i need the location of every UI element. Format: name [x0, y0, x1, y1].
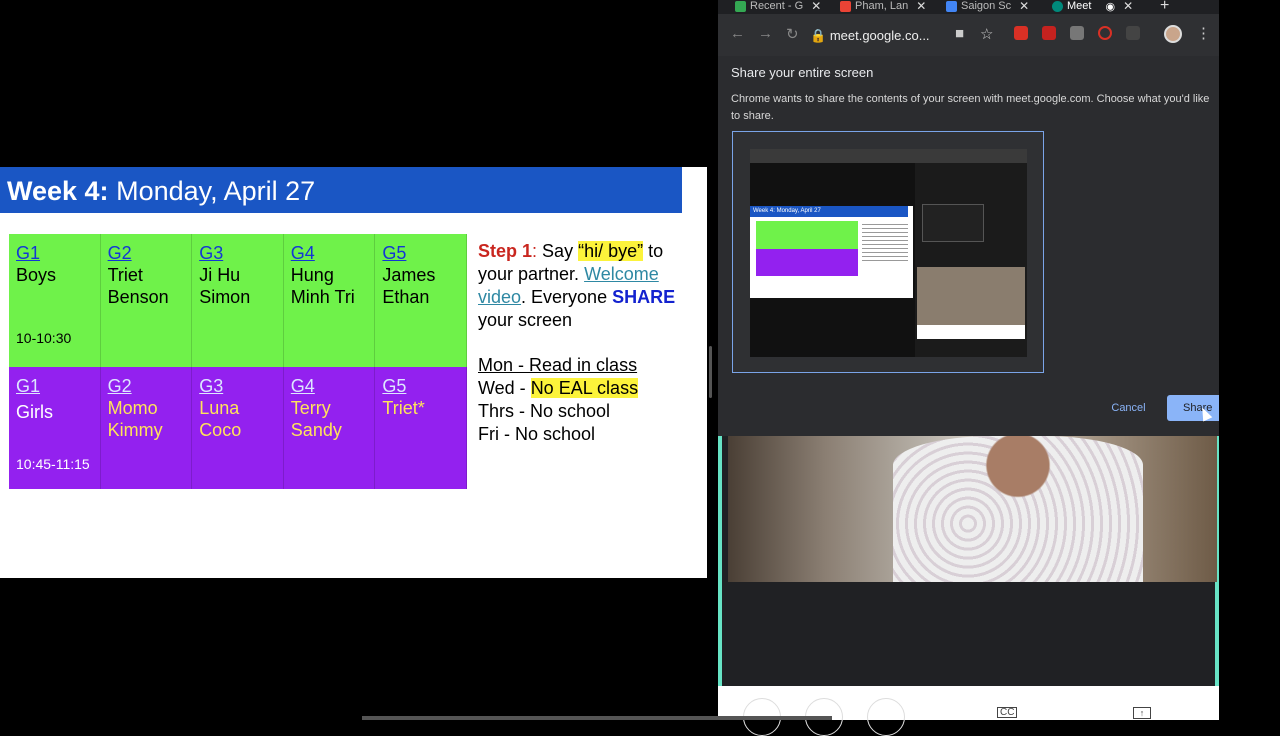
- gmail-icon: [840, 0, 851, 12]
- student-name: Benson: [107, 287, 169, 307]
- extension-icon[interactable]: [1070, 26, 1084, 40]
- student-name: Triet: [107, 265, 143, 285]
- group-link[interactable]: G4: [291, 375, 368, 397]
- student-name: Girls: [16, 402, 53, 422]
- calendar-icon: [946, 0, 957, 12]
- group-link[interactable]: G2: [108, 242, 185, 264]
- student-name: Ethan: [382, 287, 430, 307]
- group-link[interactable]: G2: [108, 375, 185, 397]
- meet-controls: CC ↑: [718, 686, 1219, 736]
- student-name: Coco: [199, 420, 242, 440]
- schedule: Mon - Read in class Wed - No EAL class T…: [478, 355, 639, 444]
- meet-video-area: [718, 436, 1219, 686]
- student-name: Hung: [290, 265, 334, 285]
- new-tab-button[interactable]: +: [1160, 0, 1169, 15]
- group-cell: G1 Girls 10:45-11:15: [9, 367, 101, 489]
- recording-icon: ◉: [1105, 0, 1116, 13]
- extension-icon[interactable]: [1014, 26, 1028, 40]
- camera-button[interactable]: [867, 698, 905, 736]
- active-speaker-frame: [718, 436, 1219, 686]
- dialog-description: Chrome wants to share the contents of yo…: [731, 93, 1210, 122]
- session-time: 10:45-11:15: [16, 456, 90, 472]
- group-link[interactable]: G1: [16, 375, 93, 397]
- group-cell: G3 Luna Coco: [192, 367, 284, 489]
- student-name: Kimmy: [107, 420, 163, 440]
- back-icon[interactable]: ←: [730, 25, 745, 42]
- student-name: Minh Tri: [290, 287, 355, 307]
- tab-recent[interactable]: Recent - G ✕: [735, 0, 825, 13]
- present-icon[interactable]: ↑: [1133, 707, 1151, 719]
- address-bar: ← → ↻ 🔒 meet.google.co... ■ ☆ ⋮: [718, 14, 1219, 56]
- student-name: Triet*: [382, 398, 425, 418]
- close-icon[interactable]: ✕: [1123, 0, 1133, 13]
- student-name: Ji Hu: [199, 265, 241, 285]
- screen-thumbnail[interactable]: Week 4: Monday, April 27: [732, 131, 1044, 373]
- group-table: G1 Boys 10-10:30 G2 Triet Benson G3 Ji Hu Simon G…: [9, 234, 467, 489]
- group-cell: G4 Hung Minh Tri: [283, 234, 376, 367]
- student-name: Terry: [290, 398, 331, 418]
- student-name: Momo: [107, 398, 158, 418]
- extension-icon[interactable]: [1098, 26, 1112, 40]
- share-screen-dialog: Share your entire screen Chrome wants to…: [718, 56, 1219, 436]
- camera-video: [728, 436, 1217, 582]
- group-link[interactable]: G1: [16, 242, 93, 264]
- student-name: Boys: [16, 265, 57, 285]
- extension-icon[interactable]: [1126, 26, 1140, 40]
- student-name: Luna: [199, 398, 240, 418]
- screen-preview: Week 4: Monday, April 27: [750, 149, 1027, 357]
- captions-icon[interactable]: CC: [997, 707, 1018, 718]
- avatar[interactable]: [1164, 25, 1182, 43]
- star-icon[interactable]: ☆: [980, 25, 993, 43]
- forward-icon[interactable]: →: [758, 25, 773, 42]
- close-icon[interactable]: ✕: [811, 0, 821, 13]
- tab-bar: Recent - G ✕ Pham, Lan ✕ Saigon Sc ✕ Meet ◉ ✕…: [718, 0, 1219, 14]
- extension-icon[interactable]: [1042, 26, 1056, 40]
- step-instructions: Step 1: Say “hi/ bye” to your partner. W…: [478, 241, 676, 330]
- group-link[interactable]: G5: [382, 242, 459, 264]
- group-link[interactable]: G5: [382, 375, 459, 397]
- group-cell: G4 Terry Sandy: [283, 367, 376, 489]
- group-cell: G5 James Ethan: [375, 234, 467, 367]
- group-cell: G2 Triet Benson: [100, 234, 193, 367]
- dialog-title: Share your entire screen: [731, 65, 874, 80]
- group-cell: G2 Momo Kimmy: [100, 367, 193, 489]
- student-name: James: [382, 265, 436, 285]
- group-link[interactable]: G3: [199, 375, 276, 397]
- cancel-button[interactable]: Cancel: [1100, 395, 1157, 421]
- resize-handle[interactable]: [709, 346, 712, 398]
- student-name: Sandy: [290, 420, 342, 440]
- student-name: Simon: [199, 287, 251, 307]
- participant-image: [893, 436, 1143, 582]
- meet-icon: [1052, 0, 1063, 12]
- group-link[interactable]: G4: [291, 242, 368, 264]
- tab-pham[interactable]: Pham, Lan ✕: [840, 0, 930, 13]
- group-cell: G1 Boys 10-10:30: [9, 234, 101, 367]
- reload-icon[interactable]: ↻: [786, 25, 799, 43]
- drive-icon: [735, 0, 746, 12]
- menu-icon[interactable]: ⋮: [1196, 24, 1211, 42]
- bottom-bar: [362, 716, 832, 720]
- slide-title: Week 4: Monday, April 27: [0, 167, 682, 213]
- tab-saigon[interactable]: Saigon Sc ✕: [946, 0, 1036, 13]
- lock-icon: 🔒: [810, 28, 827, 43]
- camera-icon[interactable]: ■: [955, 25, 964, 42]
- tab-meet[interactable]: Meet ◉ ✕: [1052, 0, 1142, 13]
- slide-area: Week 4: Monday, April 27 G1 Boys 10-10:30 G…: [0, 167, 707, 578]
- group-cell: G3 Ji Hu Simon: [192, 234, 284, 367]
- group-link[interactable]: G3: [199, 242, 276, 264]
- group-cell: G5 Triet*: [375, 367, 467, 489]
- close-icon[interactable]: ✕: [1019, 0, 1029, 13]
- close-icon[interactable]: ✕: [916, 0, 926, 13]
- session-time: 10-10:30: [16, 330, 72, 346]
